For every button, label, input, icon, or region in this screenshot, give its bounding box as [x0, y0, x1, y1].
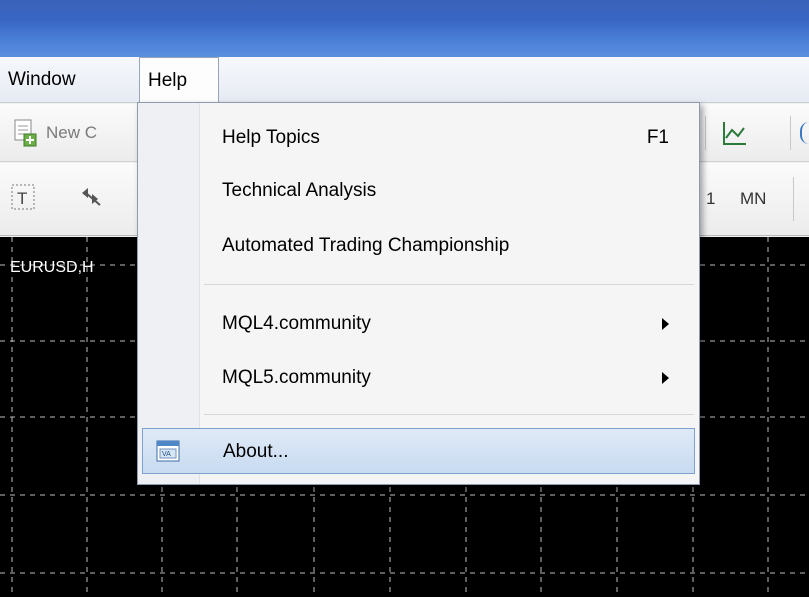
- new-chart-label: New C: [46, 123, 98, 142]
- menu-item-about[interactable]: VA About...: [142, 428, 695, 474]
- menu-window[interactable]: Window: [0, 57, 84, 103]
- menu-item-label: About...: [223, 441, 289, 462]
- text-tool-icon[interactable]: T: [10, 183, 36, 213]
- menu-item-label: Automated Trading Championship: [222, 235, 510, 256]
- menu-item-label: MQL4.community: [222, 313, 371, 334]
- toolbar-separator: [793, 177, 794, 221]
- new-chart-icon: [14, 119, 37, 147]
- period-mn-button[interactable]: MN: [740, 189, 766, 209]
- submenu-arrow-icon: [662, 372, 669, 384]
- new-chart-button[interactable]: New C: [8, 114, 138, 152]
- indicator-icon[interactable]: [718, 118, 750, 150]
- menu-item-mql4-community[interactable]: MQL4.community: [142, 301, 695, 347]
- menu-item-label: MQL5.community: [222, 367, 371, 388]
- help-menu-dropdown: Help Topics F1 Technical Analysis Automa…: [137, 102, 700, 485]
- toolbar-separator: [705, 116, 706, 150]
- arrows-tool-icon[interactable]: [78, 185, 106, 213]
- menu-item-mql5-community[interactable]: MQL5.community: [142, 355, 695, 401]
- menu-item-automated-trading-championship[interactable]: Automated Trading Championship: [142, 223, 695, 269]
- menu-separator: [204, 414, 694, 415]
- chart-symbol-label: EURUSD,H: [10, 259, 94, 276]
- menu-item-label: Help Topics: [222, 127, 320, 148]
- toolbar-separator: [790, 116, 791, 150]
- menu-bar: Window Help: [0, 57, 809, 105]
- period-1-button[interactable]: 1: [706, 189, 715, 209]
- toolbar-item-partial[interactable]: [800, 122, 809, 144]
- menu-item-shortcut: F1: [646, 127, 669, 148]
- svg-text:VA: VA: [162, 451, 171, 458]
- window-title-bar: [0, 0, 809, 57]
- menu-separator: [204, 284, 694, 285]
- about-window-icon: VA: [156, 440, 180, 462]
- submenu-arrow-icon: [662, 318, 669, 330]
- menu-item-technical-analysis[interactable]: Technical Analysis: [142, 168, 695, 214]
- menu-help[interactable]: Help: [139, 57, 219, 105]
- svg-text:T: T: [17, 189, 27, 208]
- menu-item-label: Technical Analysis: [222, 180, 377, 201]
- menu-item-help-topics[interactable]: Help Topics F1: [142, 115, 695, 161]
